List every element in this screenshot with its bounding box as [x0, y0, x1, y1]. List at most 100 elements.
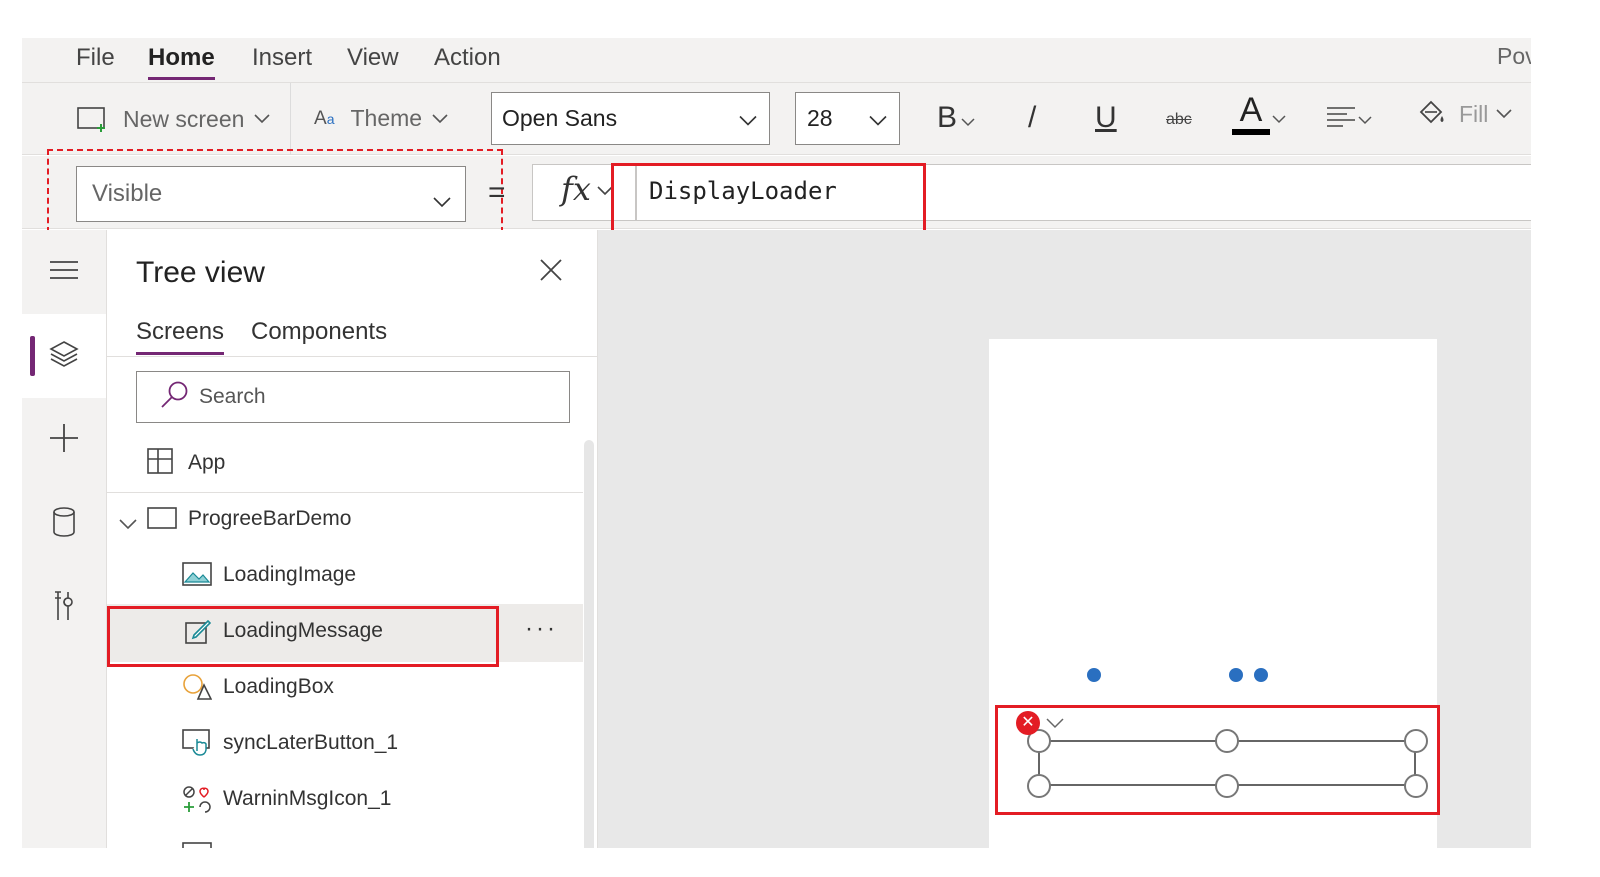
- menu-home[interactable]: Home: [148, 44, 215, 80]
- tree-view-button[interactable]: [22, 314, 106, 398]
- tree-item-warninmsgicon[interactable]: WarninMsgIcon_1: [107, 772, 583, 828]
- menu-insert[interactable]: Insert: [252, 44, 312, 72]
- new-screen-button[interactable]: New screen: [77, 105, 271, 133]
- equals-sign: =: [488, 176, 506, 209]
- advanced-tools-button[interactable]: [22, 566, 106, 650]
- search-icon: [159, 380, 189, 415]
- loading-dot: [1254, 668, 1268, 682]
- resize-handle[interactable]: [1404, 729, 1428, 753]
- theme-label: Theme: [350, 105, 423, 131]
- tree-item-loadingimage[interactable]: LoadingImage: [107, 548, 583, 604]
- search-input[interactable]: [199, 385, 499, 409]
- menu-bar: File Home Insert View Action Pov: [22, 38, 1531, 83]
- tree-scrollbar[interactable]: [584, 440, 594, 848]
- brand-text: Pov: [1497, 43, 1531, 69]
- bold-icon: B: [937, 101, 958, 134]
- tree-item-label: LoadingBox: [223, 675, 334, 698]
- menu-action[interactable]: Action: [434, 44, 501, 72]
- tree-item-screen[interactable]: ProgreeBarDemo: [107, 492, 583, 548]
- tree-view-panel: Tree view Screens Components App: [107, 230, 598, 848]
- layers-icon: [49, 340, 79, 373]
- more-options-button[interactable]: ···: [525, 615, 558, 643]
- loading-dot: [1087, 668, 1101, 682]
- power-apps-studio: File Home Insert View Action Pov New scr…: [22, 38, 1531, 848]
- chevron-down-icon: [869, 105, 887, 132]
- formula-highlight-outline: [611, 163, 926, 235]
- resize-handle[interactable]: [1215, 774, 1239, 798]
- tree-item-label: LoadingImage: [223, 563, 357, 586]
- fill-button[interactable]: Fill: [1415, 98, 1512, 130]
- error-icon[interactable]: ✕: [1016, 711, 1040, 735]
- hamburger-icon: [49, 260, 79, 285]
- new-screen-icon: [77, 105, 109, 133]
- underline-button[interactable]: U: [1095, 101, 1117, 135]
- tabs-divider: [107, 356, 598, 357]
- property-select[interactable]: Visible: [76, 166, 466, 222]
- chevron-down-icon: [254, 114, 271, 124]
- icons-icon: [182, 785, 212, 821]
- tree-item-label: WarninMsgIcon_1: [223, 787, 392, 810]
- screen-icon: [147, 507, 177, 535]
- tools-icon: [53, 590, 75, 627]
- left-rail: [22, 230, 107, 848]
- resize-handle[interactable]: [1027, 774, 1051, 798]
- italic-icon: /: [1028, 101, 1037, 134]
- design-canvas[interactable]: ✕: [598, 230, 1531, 848]
- loading-dot: [1229, 668, 1243, 682]
- button-icon: [182, 729, 212, 763]
- chevron-down-icon: [1272, 114, 1286, 124]
- font-size-select[interactable]: 28: [795, 92, 900, 145]
- strikethrough-icon: abc: [1166, 111, 1192, 128]
- underline-icon: U: [1095, 101, 1117, 134]
- search-box[interactable]: [136, 371, 570, 423]
- data-button[interactable]: [22, 482, 106, 566]
- font-color-icon: A: [1232, 91, 1270, 135]
- hamburger-button[interactable]: [22, 230, 106, 314]
- tree-item-loadingbox[interactable]: LoadingBox: [107, 660, 583, 716]
- insert-button[interactable]: [22, 398, 106, 482]
- new-screen-label: New screen: [123, 105, 245, 132]
- chevron-down-icon[interactable]: [119, 512, 137, 536]
- resize-handle[interactable]: [1215, 729, 1239, 753]
- tree-item-label: syncLaterButton_1: [223, 731, 399, 754]
- shapes-icon: [182, 673, 213, 707]
- font-size-value: 28: [807, 105, 833, 131]
- chevron-down-icon: [432, 113, 448, 124]
- selected-item-highlight-outline: [107, 606, 499, 667]
- align-left-icon: [1326, 105, 1356, 129]
- chevron-down-icon: [739, 105, 757, 132]
- tree-item-partial[interactable]: [107, 828, 583, 848]
- bold-button[interactable]: B: [937, 101, 975, 135]
- ribbon-toolbar: New screen Aa Theme Open Sans 28 B / U a…: [22, 83, 1531, 155]
- chevron-down-icon: [433, 187, 451, 215]
- app-icon: [147, 448, 173, 480]
- chevron-down-icon[interactable]: [1046, 716, 1064, 734]
- close-icon[interactable]: [539, 258, 563, 287]
- menu-file[interactable]: File: [76, 44, 115, 72]
- theme-icon: Aa: [314, 107, 335, 129]
- image-icon: [182, 562, 212, 592]
- tree-item-app[interactable]: App: [107, 436, 583, 492]
- fill-label: Fill: [1459, 100, 1489, 127]
- italic-button[interactable]: /: [1028, 101, 1036, 135]
- text-align-button[interactable]: [1326, 105, 1372, 129]
- paint-bucket-icon: [1415, 98, 1447, 130]
- tree-view-title: Tree view: [136, 256, 265, 289]
- tab-screens[interactable]: Screens: [136, 318, 225, 355]
- plus-icon: [49, 423, 79, 458]
- tree-item-label: ProgreeBarDemo: [188, 507, 352, 530]
- strikethrough-button[interactable]: abc: [1166, 111, 1192, 129]
- font-family-value: Open Sans: [502, 105, 618, 131]
- ribbon-divider: [290, 83, 291, 155]
- resize-handle[interactable]: [1404, 774, 1428, 798]
- chevron-down-icon: [1496, 109, 1512, 119]
- tree-item-synclaterbutton[interactable]: syncLaterButton_1: [107, 716, 583, 772]
- formula-bar: Visible = fx DisplayLoader: [22, 149, 1531, 235]
- tab-components[interactable]: Components: [251, 318, 387, 346]
- control-icon: [182, 842, 212, 848]
- font-family-select[interactable]: Open Sans: [491, 92, 770, 145]
- menu-view[interactable]: View: [347, 44, 399, 72]
- chevron-down-icon: [961, 117, 975, 127]
- theme-button[interactable]: Aa Theme: [314, 105, 448, 132]
- font-color-button[interactable]: A: [1232, 91, 1286, 135]
